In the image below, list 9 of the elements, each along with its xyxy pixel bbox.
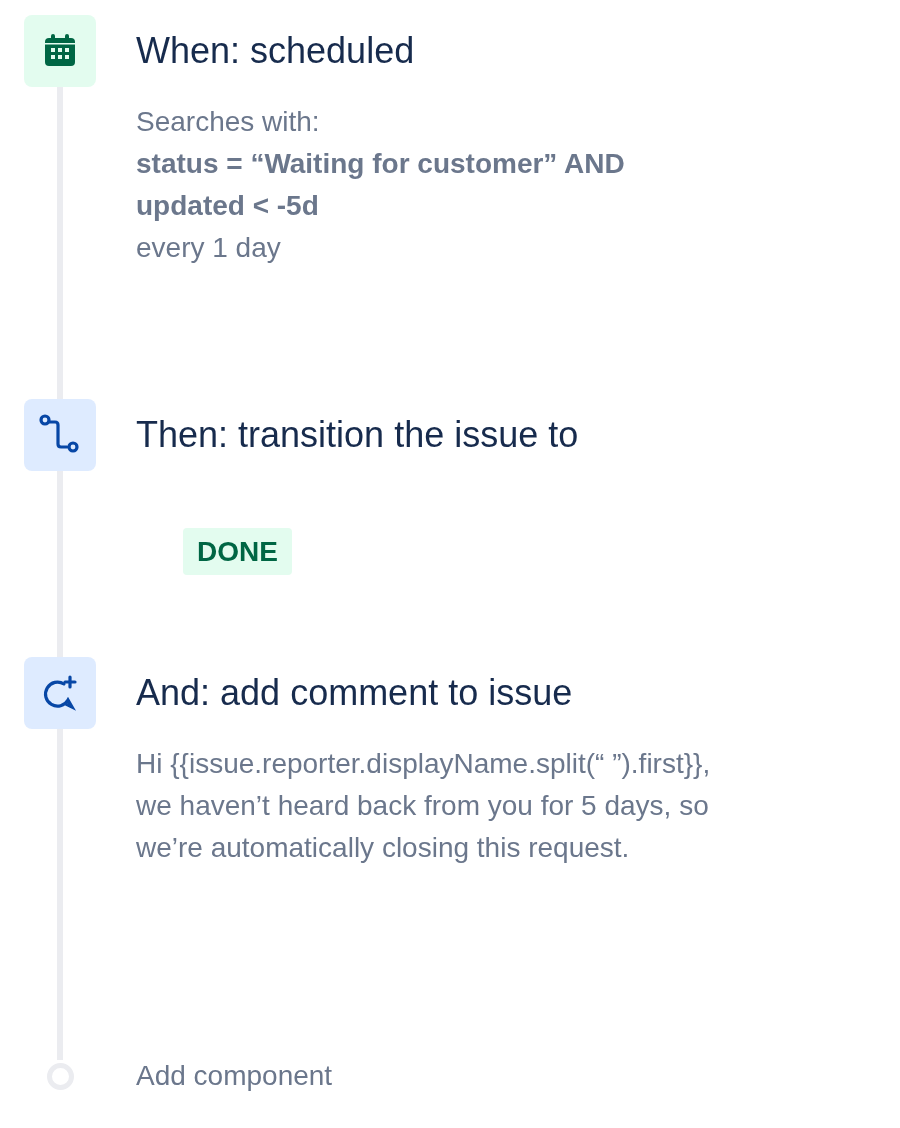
step-title: And: add comment to issue — [136, 671, 574, 715]
add-component-link[interactable]: Add component — [96, 1060, 333, 1092]
step-description: every 1 day — [136, 231, 282, 265]
calendar-icon — [42, 33, 78, 69]
step-description: Searches with: — [136, 105, 321, 139]
step-title: When: scheduled — [136, 29, 416, 73]
step-title: Then: transition the issue to — [136, 413, 579, 457]
status-lozenge: DONE — [183, 528, 292, 575]
step-description: Hi {{issue.reporter.displayName.split(“ ”).first}}, we haven’t heard back from you for 5 days, so we’re automatically closing this request. — [136, 747, 712, 865]
